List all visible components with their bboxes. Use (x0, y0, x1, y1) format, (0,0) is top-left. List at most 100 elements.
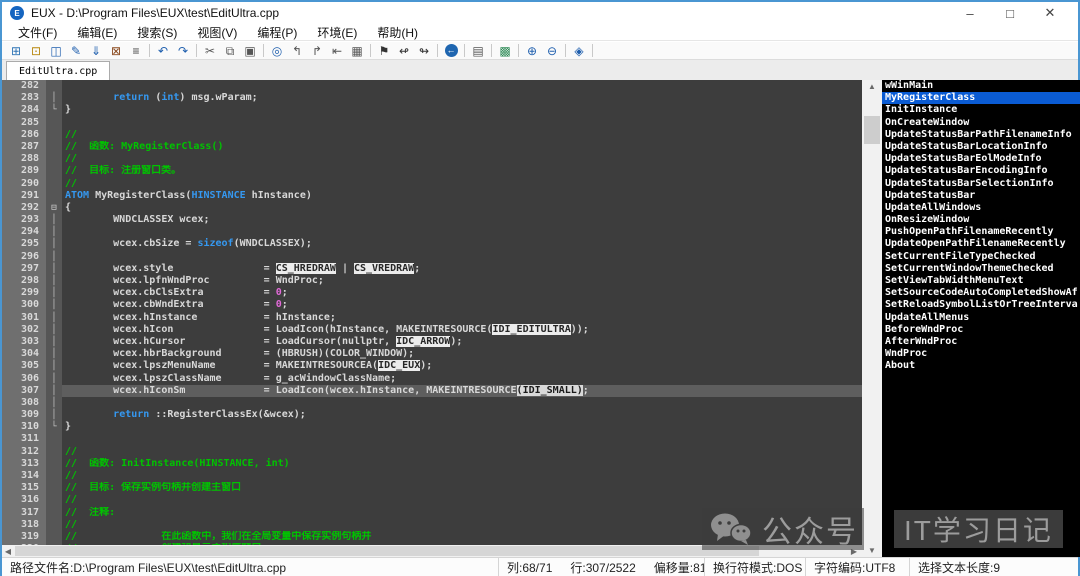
prev-bookmark-icon[interactable]: ↫ (394, 42, 414, 59)
export-image-icon[interactable]: ▩ (495, 42, 515, 59)
symbol-item-UpdateStatusBarPathFilenameInfo[interactable]: UpdateStatusBarPathFilenameInfo (882, 129, 1080, 141)
symbol-item-BeforeWndProc[interactable]: BeforeWndProc (882, 324, 1080, 336)
menu-item-4[interactable]: 编程(P) (247, 24, 307, 41)
save-as-icon[interactable]: ✎ (66, 42, 86, 59)
zoom-in-icon[interactable]: ⊕ (522, 42, 542, 59)
code-line-282[interactable]: 282 (2, 80, 882, 92)
menu-item-1[interactable]: 编辑(E) (67, 24, 127, 41)
vertical-scrollbar-thumb[interactable] (864, 116, 880, 144)
code-line-318[interactable]: 318// (2, 519, 882, 531)
save-all-icon[interactable]: ⇓ (86, 42, 106, 59)
symbol-item-SetReloadSymbolListOrTreeInterva[interactable]: SetReloadSymbolListOrTreeInterva (882, 299, 1080, 311)
code-line-284[interactable]: 284└} (2, 104, 882, 116)
redo-icon[interactable]: ↷ (173, 42, 193, 59)
symbol-list-icon[interactable]: ▤ (468, 42, 488, 59)
code-line-306[interactable]: 306│ wcex.lpszClassName = g_acWindowClas… (2, 373, 882, 385)
new-file-icon[interactable]: ⊞ (6, 42, 26, 59)
open-file-icon[interactable]: ⊡ (26, 42, 46, 59)
minimize-button[interactable]: – (950, 2, 990, 24)
vertical-scrollbar[interactable]: ▲ ▼ (862, 80, 882, 557)
code-line-290[interactable]: 290// (2, 178, 882, 190)
code-line-307[interactable]: 307│ wcex.hIconSm = LoadIcon(wcex.hInsta… (2, 385, 882, 397)
replace-all-icon[interactable]: ▦ (347, 42, 367, 59)
code-line-285[interactable]: 285 (2, 117, 882, 129)
menu-item-2[interactable]: 搜索(S) (127, 24, 187, 41)
scroll-left-icon[interactable]: ◀ (2, 545, 14, 557)
code-line-316[interactable]: 316// (2, 494, 882, 506)
code-line-317[interactable]: 317// 注释: (2, 507, 882, 519)
find-icon[interactable]: ◎ (267, 42, 287, 59)
next-bookmark-icon[interactable]: ↬ (414, 42, 434, 59)
code-editor[interactable]: 282283│ return (int) msg.wParam;284└}285… (2, 80, 882, 545)
symbol-item-UpdateStatusBarEncodingInfo[interactable]: UpdateStatusBarEncodingInfo (882, 165, 1080, 177)
close-button[interactable]: ✕ (1030, 2, 1070, 24)
code-line-295[interactable]: 295│ wcex.cbSize = sizeof(WNDCLASSEX); (2, 238, 882, 250)
code-line-298[interactable]: 298│ wcex.lpfnWndProc = WndProc; (2, 275, 882, 287)
code-line-313[interactable]: 313// 函数: InitInstance(HINSTANCE, int) (2, 458, 882, 470)
file-list-icon[interactable]: ≡ (126, 42, 146, 59)
symbol-item-UpdateOpenPathFilenameRecently[interactable]: UpdateOpenPathFilenameRecently (882, 238, 1080, 250)
symbol-item-MyRegisterClass[interactable]: MyRegisterClass (882, 92, 1080, 104)
zoom-out-icon[interactable]: ⊖ (542, 42, 562, 59)
symbol-item-WndProc[interactable]: WndProc (882, 348, 1080, 360)
code-line-309[interactable]: 309│ return ::RegisterClassEx(&wcex); (2, 409, 882, 421)
symbol-item-InitInstance[interactable]: InitInstance (882, 104, 1080, 116)
code-line-299[interactable]: 299│ wcex.cbClsExtra = 0; (2, 287, 882, 299)
menu-item-5[interactable]: 环境(E) (307, 24, 367, 41)
code-line-301[interactable]: 301│ wcex.hInstance = hInstance; (2, 312, 882, 324)
code-line-314[interactable]: 314// (2, 470, 882, 482)
symbol-item-UpdateStatusBarLocationInfo[interactable]: UpdateStatusBarLocationInfo (882, 141, 1080, 153)
code-line-311[interactable]: 311 (2, 433, 882, 445)
scroll-right-icon[interactable]: ▶ (848, 545, 860, 557)
scroll-up-icon[interactable]: ▲ (862, 80, 882, 93)
code-line-308[interactable]: 308│ (2, 397, 882, 409)
code-line-300[interactable]: 300│ wcex.cbWndExtra = 0; (2, 299, 882, 311)
horizontal-scrollbar-thumb[interactable] (15, 546, 759, 556)
code-line-303[interactable]: 303│ wcex.hCursor = LoadCursor(nullptr, … (2, 336, 882, 348)
symbol-item-SetViewTabWidthMenuText[interactable]: SetViewTabWidthMenuText (882, 275, 1080, 287)
symbol-item-SetCurrentWindowThemeChecked[interactable]: SetCurrentWindowThemeChecked (882, 263, 1080, 275)
go-back-icon[interactable]: ← (441, 42, 461, 59)
find-next-icon[interactable]: ↱ (307, 42, 327, 59)
about-icon[interactable]: ◈ (569, 42, 589, 59)
code-line-302[interactable]: 302│ wcex.hIcon = LoadIcon(hInstance, MA… (2, 324, 882, 336)
symbol-item-UpdateStatusBar[interactable]: UpdateStatusBar (882, 190, 1080, 202)
symbol-item-wWinMain[interactable]: wWinMain (882, 80, 1080, 92)
menu-item-3[interactable]: 视图(V) (187, 24, 247, 41)
maximize-button[interactable]: □ (990, 2, 1030, 24)
code-line-288[interactable]: 288// (2, 153, 882, 165)
scroll-down-icon[interactable]: ▼ (862, 544, 882, 557)
copy-icon[interactable]: ⧉ (220, 42, 240, 59)
code-line-297[interactable]: 297│ wcex.style = CS_HREDRAW | CS_VREDRA… (2, 263, 882, 275)
fold-collapse-icon[interactable]: ⊟ (46, 202, 62, 214)
bookmark-icon[interactable]: ⚑ (374, 42, 394, 59)
code-line-312[interactable]: 312// (2, 446, 882, 458)
horizontal-scrollbar[interactable]: ◀ ▶ (2, 545, 862, 557)
code-line-292[interactable]: 292⊟{ (2, 202, 882, 214)
symbol-item-About[interactable]: About (882, 360, 1080, 372)
save-icon[interactable]: ◫ (46, 42, 66, 59)
code-line-286[interactable]: 286// (2, 129, 882, 141)
paste-icon[interactable]: ▣ (240, 42, 260, 59)
code-line-294[interactable]: 294│ (2, 226, 882, 238)
cut-icon[interactable]: ✂ (200, 42, 220, 59)
find-prev-icon[interactable]: ↰ (287, 42, 307, 59)
code-line-293[interactable]: 293│ WNDCLASSEX wcex; (2, 214, 882, 226)
symbol-item-AfterWndProc[interactable]: AfterWndProc (882, 336, 1080, 348)
title-bar[interactable]: E EUX - D:\Program Files\EUX\test\EditUl… (2, 2, 1078, 24)
symbol-item-PushOpenPathFilenameRecently[interactable]: PushOpenPathFilenameRecently (882, 226, 1080, 238)
symbol-item-UpdateStatusBarEolModeInfo[interactable]: UpdateStatusBarEolModeInfo (882, 153, 1080, 165)
code-line-291[interactable]: 291ATOM MyRegisterClass(HINSTANCE hInsta… (2, 190, 882, 202)
code-line-296[interactable]: 296│ (2, 251, 882, 263)
menu-item-0[interactable]: 文件(F) (8, 24, 67, 41)
code-line-287[interactable]: 287// 函数: MyRegisterClass() (2, 141, 882, 153)
code-line-319[interactable]: 319// 在此函数中，我们在全局变量中保存实例句柄并 (2, 531, 882, 543)
code-line-305[interactable]: 305│ wcex.lpszMenuName = MAKEINTRESOURCE… (2, 360, 882, 372)
tab-editultra-cpp[interactable]: EditUltra.cpp (6, 61, 110, 80)
code-line-304[interactable]: 304│ wcex.hbrBackground = (HBRUSH)(COLOR… (2, 348, 882, 360)
undo-icon[interactable]: ↶ (153, 42, 173, 59)
symbol-item-UpdateAllMenus[interactable]: UpdateAllMenus (882, 312, 1080, 324)
symbol-item-UpdateAllWindows[interactable]: UpdateAllWindows (882, 202, 1080, 214)
menu-item-6[interactable]: 帮助(H) (367, 24, 428, 41)
code-line-315[interactable]: 315// 目标: 保存实例句柄并创建主窗口 (2, 482, 882, 494)
